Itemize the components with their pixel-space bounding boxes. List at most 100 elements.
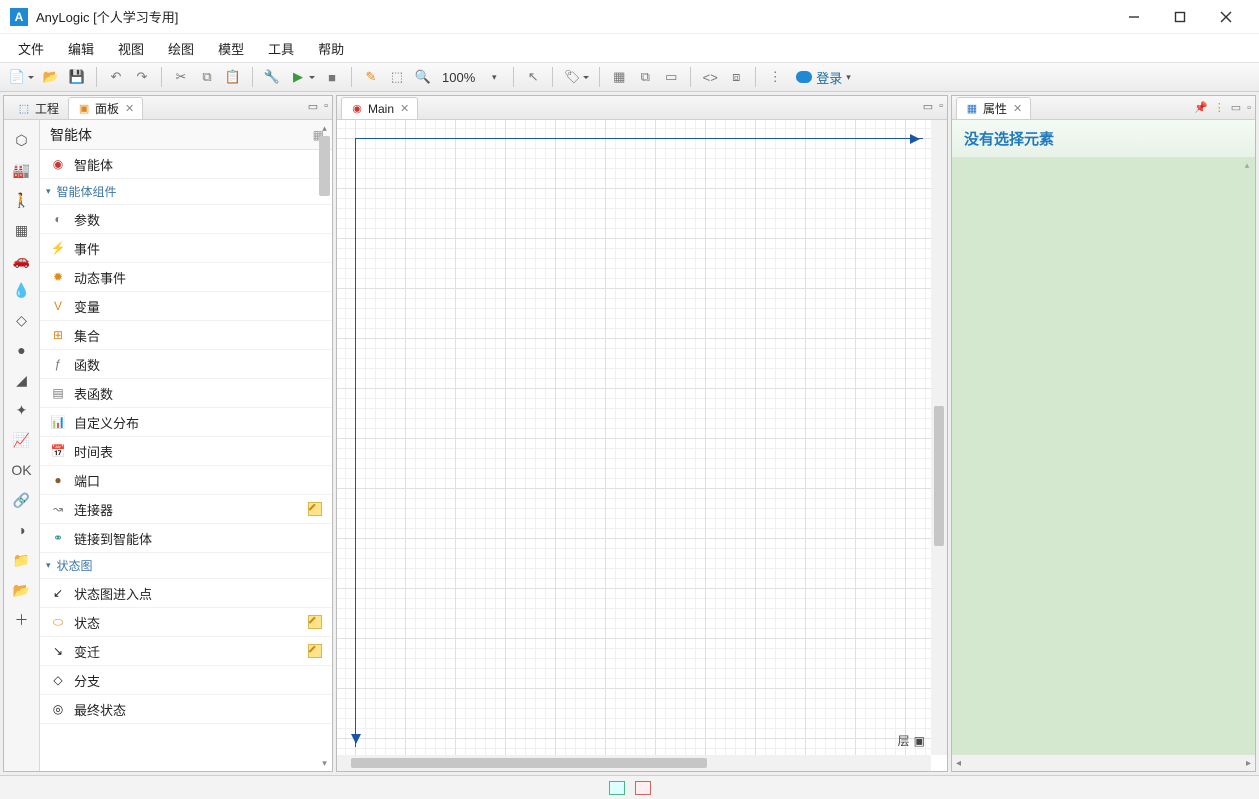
palette-section-components[interactable]: 智能体组件 — [40, 179, 332, 205]
layer-indicator[interactable]: 层▣ — [898, 732, 925, 749]
minimize-button[interactable] — [1111, 2, 1157, 32]
pin-icon[interactable]: 📌 — [1194, 101, 1208, 114]
menu-edit[interactable]: 编辑 — [58, 36, 104, 61]
scroll-thumb[interactable] — [934, 406, 944, 546]
maximize-view-icon[interactable]: ▫ — [1247, 102, 1251, 114]
palette-item-collection[interactable]: ⊞集合 — [40, 321, 332, 350]
scroll-thumb[interactable] — [319, 136, 330, 196]
palette-section-statechart[interactable]: 状态图 — [40, 553, 332, 579]
rail-presentation-icon[interactable]: ◢ — [8, 366, 36, 394]
palette-item-branch[interactable]: ◇分支 — [40, 666, 332, 695]
menu-draw[interactable]: 绘图 — [158, 36, 204, 61]
palette-item-port[interactable]: ●端口 — [40, 466, 332, 495]
tool-a-button[interactable]: <> — [699, 66, 721, 88]
palette-item-agent[interactable]: ◉智能体 — [40, 150, 332, 179]
maximize-view-icon[interactable]: ▫ — [939, 100, 943, 113]
palette-item-variable[interactable]: V变量 — [40, 292, 332, 321]
menu-tools[interactable]: 工具 — [258, 36, 304, 61]
maximize-button[interactable] — [1157, 2, 1203, 32]
rail-pedestrian-icon[interactable]: 🚶 — [8, 186, 36, 214]
menu-help[interactable]: 帮助 — [308, 36, 354, 61]
rail-connectivity-icon[interactable]: 🔗 — [8, 486, 36, 514]
run-button[interactable]: ▶ — [287, 66, 309, 88]
palette-item-event[interactable]: ⚡事件 — [40, 234, 332, 263]
snap-button[interactable]: ⧉ — [634, 66, 656, 88]
tab-properties[interactable]: ▦ 属性 ✕ — [956, 97, 1031, 119]
cut-button[interactable]: ✂ — [170, 66, 192, 88]
tool-b-button[interactable]: ⧈ — [725, 66, 747, 88]
rail-process-icon[interactable]: ◇ — [8, 306, 36, 334]
close-icon[interactable]: ✕ — [125, 102, 134, 115]
rail-road-icon[interactable]: 🚗 — [8, 246, 36, 274]
close-icon[interactable]: ✕ — [1013, 102, 1022, 115]
select-rect-button[interactable]: ⬚ — [386, 66, 408, 88]
redo-button[interactable]: ↷ — [131, 66, 153, 88]
properties-h-scrollbar[interactable] — [952, 755, 1255, 771]
canvas[interactable]: 层▣ — [337, 120, 947, 771]
view-menu-icon[interactable]: ▫ — [324, 100, 328, 113]
rail-agent-icon[interactable]: ● — [8, 336, 36, 364]
rail-rail-icon[interactable]: ▦ — [8, 216, 36, 244]
paste-button[interactable]: 📋 — [222, 66, 244, 88]
rail-fluid-icon[interactable]: 💧 — [8, 276, 36, 304]
grid-button[interactable]: ▦ — [608, 66, 630, 88]
vertical-scrollbar[interactable] — [931, 120, 947, 755]
build-button[interactable]: 🔧 — [261, 66, 283, 88]
highlight-button[interactable]: ✎ — [360, 66, 382, 88]
scroll-down-icon[interactable]: ▾ — [319, 757, 330, 769]
palette-item-link[interactable]: ⚭链接到智能体 — [40, 524, 332, 553]
tab-panel[interactable]: ▣ 面板 ✕ — [68, 97, 143, 119]
tag-button[interactable]: 🏷 — [561, 66, 583, 88]
undo-button[interactable]: ↶ — [105, 66, 127, 88]
horizontal-scrollbar[interactable] — [337, 755, 931, 771]
stop-button[interactable]: ■ — [321, 66, 343, 88]
new-button[interactable]: 📄 — [6, 66, 28, 88]
palette-item-entry[interactable]: ↙状态图进入点 — [40, 579, 332, 608]
palette-item-connector[interactable]: ↝连接器 — [40, 495, 332, 524]
tab-project[interactable]: ⬚ 工程 — [8, 97, 68, 119]
open-button[interactable]: 📂 — [40, 66, 62, 88]
palette-item-dyn-event[interactable]: ✹动态事件 — [40, 263, 332, 292]
status-icon-a[interactable] — [609, 781, 625, 795]
close-button[interactable] — [1203, 2, 1249, 32]
menu-file[interactable]: 文件 — [8, 36, 54, 61]
minimize-view-icon[interactable]: ▭ — [308, 100, 318, 113]
menu-view[interactable]: 视图 — [108, 36, 154, 61]
link-icon[interactable]: ⋮ — [1214, 101, 1225, 114]
pointer-button[interactable]: ↖ — [522, 66, 544, 88]
zoom-level[interactable]: 100% — [438, 70, 479, 85]
palette-group-header[interactable]: 智能体 ▦ — [40, 120, 332, 150]
palette-item-tbl-function[interactable]: ▤表函数 — [40, 379, 332, 408]
palette-scrollbar[interactable]: ▴ ▾ — [319, 122, 330, 769]
scroll-up-icon[interactable]: ▴ — [319, 122, 330, 134]
rail-controls-icon[interactable]: OK — [8, 456, 36, 484]
menu-model[interactable]: 模型 — [208, 36, 254, 61]
copy-button[interactable]: ⧉ — [196, 66, 218, 88]
palette-item-transition[interactable]: ↘变迁 — [40, 637, 332, 666]
close-icon[interactable]: ✕ — [400, 102, 409, 115]
rail-add-icon[interactable]: ＋ — [8, 606, 36, 634]
tool-c-button[interactable]: ⋮ — [764, 66, 786, 88]
palette-item-function[interactable]: ƒ函数 — [40, 350, 332, 379]
palette-item-param[interactable]: ◐参数 — [40, 205, 332, 234]
palette-item-final[interactable]: ◎最终状态 — [40, 695, 332, 724]
rail-system-icon[interactable]: ⬡ — [8, 126, 36, 154]
palette-item-schedule[interactable]: 📅时间表 — [40, 437, 332, 466]
status-icon-b[interactable] — [635, 781, 651, 795]
properties-scrollbar[interactable] — [1242, 162, 1252, 751]
rail-pictures-icon[interactable]: ◑ — [8, 516, 36, 544]
zoom-dropdown[interactable]: ▾ — [483, 66, 505, 88]
rail-external-icon[interactable]: 📂 — [8, 576, 36, 604]
rail-analysis-icon[interactable]: 📈 — [8, 426, 36, 454]
minimize-view-icon[interactable]: ▭ — [923, 100, 933, 113]
cloud-login-button[interactable]: 登录 ▾ — [790, 68, 857, 87]
palette-item-cust-dist[interactable]: 📊自定义分布 — [40, 408, 332, 437]
scroll-thumb[interactable] — [351, 758, 707, 768]
save-button[interactable]: 💾 — [66, 66, 88, 88]
palette-item-state[interactable]: ⬭状态 — [40, 608, 332, 637]
rail-enterprise-icon[interactable]: 🏭 — [8, 156, 36, 184]
align-button[interactable]: ▭ — [660, 66, 682, 88]
tab-main[interactable]: ◉ Main ✕ — [341, 97, 418, 119]
rail-3d-icon[interactable]: 📁 — [8, 546, 36, 574]
zoomfit-button[interactable]: 🔍 — [412, 66, 434, 88]
